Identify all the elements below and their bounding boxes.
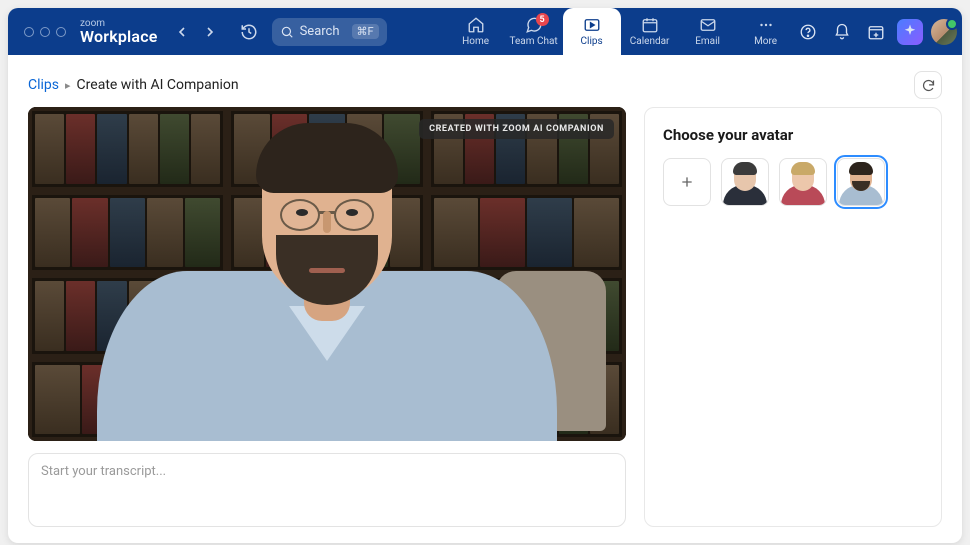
tab-clips[interactable]: Clips bbox=[563, 8, 621, 55]
topbar-right bbox=[795, 19, 961, 45]
right-column: Choose your avatar bbox=[644, 107, 942, 527]
preview-badge: CREATED WITH ZOOM AI COMPANION bbox=[419, 119, 614, 139]
help-icon bbox=[799, 23, 817, 41]
calendar-plus-icon bbox=[867, 23, 885, 41]
avatar-list bbox=[663, 158, 923, 206]
notifications-button[interactable] bbox=[829, 19, 855, 45]
tab-more-label: More bbox=[754, 36, 777, 47]
main-tabs: Home 5 Team Chat Clips Calendar Email bbox=[447, 8, 795, 55]
app-logo: zoom Workplace bbox=[80, 19, 158, 45]
chat-badge: 5 bbox=[536, 13, 549, 26]
tab-calendar[interactable]: Calendar bbox=[621, 8, 679, 55]
logo-big: Workplace bbox=[80, 27, 158, 46]
tab-home[interactable]: Home bbox=[447, 8, 505, 55]
topbar: zoom Workplace Search ⌘F Home 5 T bbox=[8, 8, 962, 55]
preview-person bbox=[117, 121, 537, 441]
tab-clips-label: Clips bbox=[581, 36, 603, 47]
bell-icon bbox=[833, 23, 851, 41]
subheader: Clips ▸ Create with AI Companion bbox=[8, 55, 962, 107]
avatar-panel: Choose your avatar bbox=[644, 107, 942, 527]
tab-team-chat[interactable]: 5 Team Chat bbox=[505, 8, 563, 55]
schedule-button[interactable] bbox=[863, 19, 889, 45]
search-placeholder: Search bbox=[300, 24, 340, 39]
avatar-thumb bbox=[780, 159, 826, 205]
breadcrumb: Clips ▸ Create with AI Companion bbox=[28, 77, 239, 93]
tab-more[interactable]: More bbox=[737, 8, 795, 55]
profile-avatar[interactable] bbox=[931, 19, 957, 45]
nav-back[interactable] bbox=[168, 20, 196, 44]
app-window: zoom Workplace Search ⌘F Home 5 T bbox=[8, 8, 962, 543]
traffic-minimize[interactable] bbox=[40, 27, 50, 37]
email-icon bbox=[699, 16, 717, 34]
more-icon bbox=[757, 16, 775, 34]
search-icon bbox=[280, 25, 294, 39]
clips-icon bbox=[583, 16, 601, 34]
window-controls bbox=[16, 27, 74, 37]
avatar-thumb bbox=[722, 159, 768, 205]
avatar-option-man-suit[interactable] bbox=[721, 158, 769, 206]
tab-email-label: Email bbox=[695, 36, 720, 47]
left-column: CREATED WITH ZOOM AI COMPANION bbox=[28, 107, 626, 527]
traffic-close[interactable] bbox=[24, 27, 34, 37]
avatar-option-man-beard[interactable] bbox=[837, 158, 885, 206]
transcript-input[interactable] bbox=[41, 464, 613, 516]
nav-forward[interactable] bbox=[196, 20, 224, 44]
add-avatar-button[interactable] bbox=[663, 158, 711, 206]
history-button[interactable] bbox=[234, 19, 264, 45]
search-shortcut: ⌘F bbox=[352, 24, 379, 39]
tab-home-label: Home bbox=[462, 36, 489, 47]
search-box[interactable]: Search ⌘F bbox=[272, 18, 387, 46]
tab-email[interactable]: Email bbox=[679, 8, 737, 55]
content: CREATED WITH ZOOM AI COMPANION Choose yo… bbox=[8, 107, 962, 543]
breadcrumb-current: Create with AI Companion bbox=[77, 77, 239, 93]
breadcrumb-sep-icon: ▸ bbox=[65, 79, 71, 92]
refresh-button[interactable] bbox=[914, 71, 942, 99]
plus-icon bbox=[679, 174, 695, 190]
tab-chat-label: Team Chat bbox=[510, 36, 558, 47]
avatar-option-woman-blond[interactable] bbox=[779, 158, 827, 206]
ai-companion-button[interactable] bbox=[897, 19, 923, 45]
help-button[interactable] bbox=[795, 19, 821, 45]
avatar-panel-title: Choose your avatar bbox=[663, 126, 923, 144]
calendar-icon bbox=[641, 16, 659, 34]
home-icon bbox=[467, 16, 485, 34]
refresh-icon bbox=[921, 78, 936, 93]
breadcrumb-root[interactable]: Clips bbox=[28, 77, 59, 93]
avatar-preview: CREATED WITH ZOOM AI COMPANION bbox=[28, 107, 626, 441]
tab-calendar-label: Calendar bbox=[630, 36, 670, 47]
avatar-thumb bbox=[838, 159, 884, 205]
traffic-zoom[interactable] bbox=[56, 27, 66, 37]
sparkle-icon bbox=[901, 23, 919, 41]
transcript-box[interactable] bbox=[28, 453, 626, 527]
